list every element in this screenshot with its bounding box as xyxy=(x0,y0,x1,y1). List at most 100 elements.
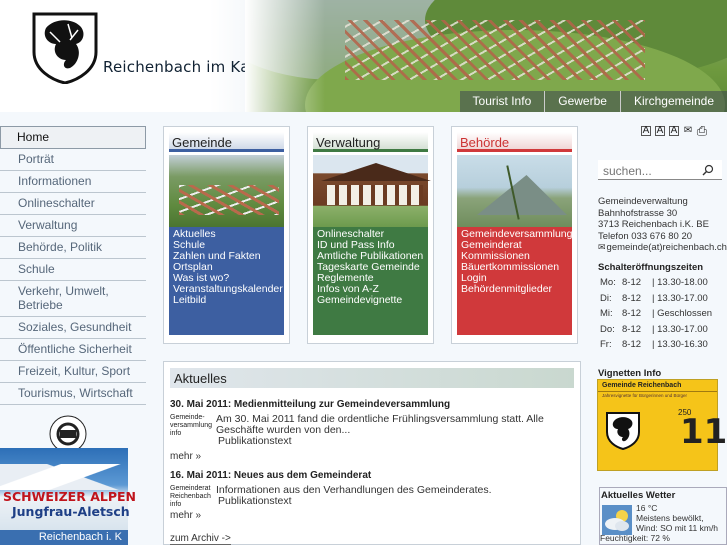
weather-condition: Meistens bewölkt, xyxy=(636,513,704,523)
panel-verwaltung: Verwaltung Onlineschalter ID und Pass In… xyxy=(307,126,434,344)
vignette-image[interactable]: Gemeinde Reichenbach Jahresvignette für … xyxy=(597,379,727,471)
sidebar-item-freizeit[interactable]: Freizeit, Kultur, Sport xyxy=(0,361,146,383)
panel-gemeinde-title[interactable]: Gemeinde xyxy=(169,132,284,152)
news-item-title[interactable]: 16. Mai 2011: Neues aus dem Gemeinderat xyxy=(170,470,574,481)
hours-pm: | 13.30-17.00 xyxy=(652,323,708,335)
search-icon[interactable] xyxy=(702,164,714,176)
news-item-sub[interactable]: Publikationstext xyxy=(216,436,574,447)
badge-footer: Reichenbach i. K xyxy=(0,530,128,545)
panel-behoerde: Behörde Gemeindeversammlung Gemeinderat … xyxy=(451,126,578,344)
sidebar-item-portraet[interactable]: Porträt xyxy=(0,149,146,171)
hours-pm: | 13.30-17.00 xyxy=(652,292,708,304)
top-nav-tourist-info[interactable]: Tourist Info xyxy=(460,91,545,112)
cloudy-weather-icon xyxy=(602,505,632,535)
hours-pm: | Geschlossen xyxy=(652,308,713,319)
news-item-body: Am 30. Mai 2011 fand die ordentliche Frü… xyxy=(216,413,544,436)
hours-day: Mo: xyxy=(600,277,616,288)
email-link[interactable]: gemeinde(at)reichenbach.ch xyxy=(607,242,727,254)
sidebar-item-verkehr[interactable]: Verkehr, Umwelt, Betriebe xyxy=(0,281,146,317)
sidebar-item-onlineschalter[interactable]: Onlineschalter xyxy=(0,193,146,215)
hours-day: Fr: xyxy=(600,339,612,350)
envelope-icon: ✉ xyxy=(598,242,606,252)
sidebar-item-sicherheit[interactable]: Öffentliche Sicherheit xyxy=(0,339,146,361)
vignette-title: Vignetten Info xyxy=(598,368,662,379)
font-size-medium-icon[interactable]: A xyxy=(655,126,665,136)
news-heading: Aktuelles xyxy=(170,368,574,388)
font-size-large-icon[interactable]: A xyxy=(669,126,679,136)
news-box: Aktuelles 30. Mai 2011: Medienmitteilung… xyxy=(163,361,581,545)
vignette-label: Gemeinde Reichenbach xyxy=(598,380,717,392)
mail-icon[interactable]: ✉ xyxy=(683,126,693,136)
sidebar-item-tourismus[interactable]: Tourismus, Wirtschaft xyxy=(0,383,146,405)
weather-info: 16 °C Meistens bewölkt, Wind: SO mit 11 … xyxy=(600,503,719,543)
hours-pm: | 13.30-16.30 xyxy=(652,339,708,350)
weather-title: Aktuelles Wetter xyxy=(601,490,676,501)
badge-line1: SCHWEIZER ALPEN xyxy=(3,489,136,504)
hours-day: Di: xyxy=(600,292,612,304)
top-nav-gewerbe[interactable]: Gewerbe xyxy=(544,91,620,112)
sidebar-item-schule[interactable]: Schule xyxy=(0,259,146,281)
vignette-sub: Jahresvignette für Bürgerinnen und Bürge… xyxy=(602,393,688,398)
hours-title: Schalteröffnungszeiten xyxy=(598,262,704,273)
gemeinde-link[interactable]: Leitbild xyxy=(173,295,280,306)
news-item-logo-icon: Gemeinderat Reichenbach info xyxy=(170,485,216,509)
hours-pm: | 13.30-18.00 xyxy=(652,277,708,288)
hours-am: 8-12 xyxy=(622,323,642,335)
address-line: Telefon 033 676 80 20 xyxy=(598,230,693,242)
news-item: Gemeinderat Reichenbach info Information… xyxy=(170,485,574,509)
weather-wind: Wind: SO mit 11 km/h xyxy=(636,523,719,533)
vignette-number: 11 xyxy=(680,412,727,452)
hours-row: Fr: 8-12 | 13.30-16.30 xyxy=(600,339,727,355)
search-input[interactable] xyxy=(598,160,698,182)
hours-day: Mi: xyxy=(600,308,613,319)
news-item-logo-text: Gemeinderat Reichenbach info xyxy=(170,485,211,508)
hours-table: Mo: 8-12 | 13.30-18.00 Di: 8-12 | 13.30-17.0… xyxy=(600,277,727,355)
hours-row: Do: 8-12 | 13.30-17.00 xyxy=(600,324,727,340)
sidebar-item-verwaltung[interactable]: Verwaltung xyxy=(0,215,146,237)
search-box xyxy=(598,160,722,182)
weather-temp: 16 °C xyxy=(636,503,658,513)
village-image xyxy=(169,155,284,227)
town-hall-image xyxy=(313,155,431,227)
tool-icons: A A A ✉ ⎙ xyxy=(641,124,707,137)
world-heritage-seal-icon xyxy=(49,415,87,450)
verwaltung-link[interactable]: Gemeindevignette xyxy=(317,295,424,306)
news-more-link[interactable]: mehr » xyxy=(170,510,201,521)
news-item-title[interactable]: 30. Mai 2011: Medienmitteilung zur Gemei… xyxy=(170,399,574,410)
badge-line2: Jungfrau-Aletsch xyxy=(12,504,130,519)
unesco-badge[interactable]: SCHWEIZER ALPEN Jungfrau-Aletsch Reichen… xyxy=(0,410,136,545)
font-size-small-icon[interactable]: A xyxy=(641,126,651,136)
vignette-coat-icon xyxy=(606,412,640,450)
panel-gemeinde: Gemeinde Aktuelles Schule Zahlen und Fak… xyxy=(163,126,290,344)
print-icon[interactable]: ⎙ xyxy=(697,124,707,137)
panel-verwaltung-title[interactable]: Verwaltung xyxy=(313,132,428,152)
sidebar: Home Porträt Informationen Onlineschalte… xyxy=(0,126,146,405)
panel-behoerde-title[interactable]: Behörde xyxy=(457,132,572,152)
hours-row: Mi: 8-12 | Geschlossen xyxy=(600,308,727,324)
news-archive-link[interactable]: zum Archiv -> xyxy=(170,533,231,545)
behoerde-link[interactable]: Login Behördenmitglieder xyxy=(461,273,568,295)
hours-am: 8-12 xyxy=(622,339,642,350)
hours-am: 8-12 xyxy=(622,292,642,304)
news-item-logo-text: Gemeinde-versammlung info xyxy=(170,414,213,437)
news-more-link[interactable]: mehr » xyxy=(170,451,201,462)
sidebar-item-soziales[interactable]: Soziales, Gesundheit xyxy=(0,317,146,339)
hours-am: 8-12 xyxy=(622,308,642,319)
sidebar-item-home[interactable]: Home xyxy=(0,126,146,149)
address-block: Gemeindeverwaltung Bahnhofstrasse 30 371… xyxy=(598,196,727,254)
address-line: 3713 Reichenbach i.K. BE xyxy=(598,219,709,230)
alps-image: SCHWEIZER ALPEN Jungfrau-Aletsch xyxy=(0,448,136,530)
coat-of-arms-icon[interactable] xyxy=(32,12,98,84)
hours-row: Mo: 8-12 | 13.30-18.00 xyxy=(600,277,727,293)
sidebar-item-informationen[interactable]: Informationen xyxy=(0,171,146,193)
mountain-image xyxy=(457,155,572,227)
top-nav: Tourist Info Gewerbe Kirchgemeinde xyxy=(459,91,727,112)
news-item: Gemeinde-versammlung info Am 30. Mai 201… xyxy=(170,414,574,447)
hours-day: Do: xyxy=(600,323,615,335)
sidebar-item-behoerde-politik[interactable]: Behörde, Politik xyxy=(0,237,146,259)
top-nav-kirchgemeinde[interactable]: Kirchgemeinde xyxy=(619,91,727,112)
address-line: Bahnhofstrasse 30 xyxy=(598,207,678,219)
hours-am: 8-12 xyxy=(622,277,642,288)
news-item-sub[interactable]: Publikationstext xyxy=(216,496,492,507)
hours-row: Di: 8-12 | 13.30-17.00 xyxy=(600,293,727,309)
